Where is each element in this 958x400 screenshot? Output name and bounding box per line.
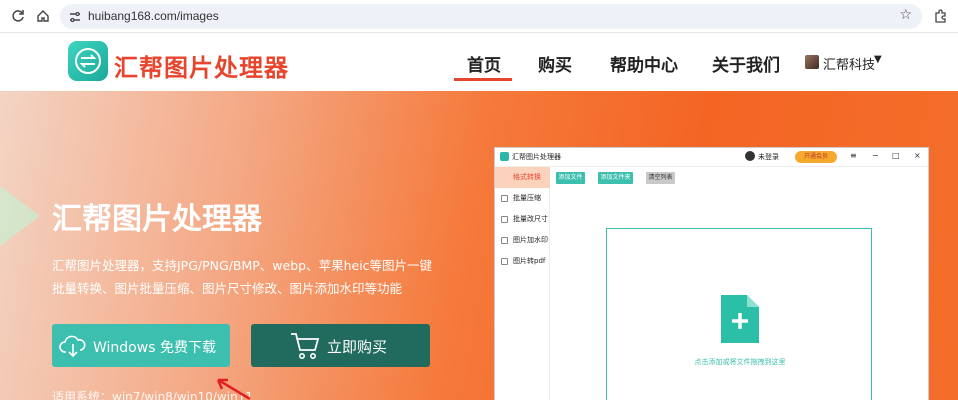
file-drop-zone[interactable]: 点击添加或将文件拖拽到这里 (606, 228, 872, 400)
logo-icon[interactable] (68, 41, 108, 81)
add-file-button[interactable]: 添加文件 (556, 172, 585, 184)
download-button-label: Windows 免费下载 (93, 340, 216, 356)
nav-about[interactable]: 关于我们 (712, 51, 780, 76)
buy-button-label: 立即购买 (327, 338, 388, 356)
home-icon[interactable] (35, 8, 51, 24)
login-status[interactable]: 未登录 (758, 152, 779, 162)
sidebar-item-label: 格式转换 (513, 173, 541, 181)
logo-text[interactable]: 汇帮图片处理器 (114, 48, 289, 83)
sidebar-item-compress[interactable]: 批量压缩 (495, 188, 550, 209)
add-file-icon (721, 295, 759, 343)
user-icon (745, 151, 755, 161)
maximize-icon[interactable]: □ (892, 151, 900, 160)
chevron-down-icon[interactable]: ▼ (874, 54, 882, 65)
minimize-icon[interactable]: − (872, 151, 879, 160)
avatar[interactable] (805, 55, 819, 69)
cart-icon (289, 331, 321, 365)
sidebar-item-watermark[interactable]: 图片加水印 (495, 230, 550, 251)
compress-icon (501, 195, 508, 202)
buy-button[interactable]: 立即购买 (251, 324, 430, 367)
nav-buy[interactable]: 购买 (538, 51, 572, 76)
extensions-icon[interactable] (933, 8, 949, 24)
sidebar-item-label: 图片加水印 (513, 236, 548, 244)
nav-help[interactable]: 帮助中心 (610, 51, 678, 76)
menu-icon[interactable]: ≡ (850, 151, 857, 160)
sidebar-item-resize[interactable]: 批量改尺寸 (495, 209, 550, 230)
url-text[interactable]: huibang168.com/images (88, 9, 219, 23)
pdf-icon (501, 258, 508, 265)
hero-banner: 汇帮图片处理器 汇帮图片处理器，支持JPG/PNG/BMP、webp、苹果hei… (0, 91, 958, 400)
add-folder-button[interactable]: 添加文件夹 (598, 172, 633, 184)
app-titlebar: 汇帮图片处理器 未登录 开通会员 ≡ − □ × (495, 148, 928, 167)
user-menu-label[interactable]: 汇帮科技 (823, 54, 875, 73)
browser-toolbar: huibang168.com/images ☆ (0, 0, 958, 33)
close-icon[interactable]: × (914, 151, 921, 160)
watermark-icon (501, 237, 508, 244)
vip-button[interactable]: 开通会员 (795, 151, 837, 163)
tune-icon[interactable] (68, 9, 82, 23)
clear-list-button[interactable]: 清空列表 (646, 172, 675, 184)
app-sidebar: 格式转换 批量压缩 批量改尺寸 图片加水印 图片转pdf (495, 167, 550, 400)
hero-description: 汇帮图片处理器，支持JPG/PNG/BMP、webp、苹果heic等图片一键批量… (52, 258, 433, 296)
app-preview-window: 汇帮图片处理器 未登录 开通会员 ≡ − □ × 格式转换 批量压缩 批量改尺寸 (494, 147, 929, 400)
nav-home[interactable]: 首页 (467, 51, 501, 76)
drop-hint: 点击添加或将文件拖拽到这里 (694, 358, 786, 366)
sidebar-item-to-pdf[interactable]: 图片转pdf (495, 251, 550, 272)
star-icon[interactable]: ☆ (899, 7, 912, 23)
reload-icon[interactable] (10, 8, 26, 24)
resize-icon (501, 216, 508, 223)
address-bar[interactable]: huibang168.com/images ☆ (60, 4, 922, 29)
site-header: 汇帮图片处理器 首页 购买 帮助中心 关于我们 汇帮科技 ▼ (0, 33, 958, 91)
sidebar-item-label: 批量改尺寸 (513, 215, 548, 223)
hero-title: 汇帮图片处理器 (52, 202, 262, 237)
download-button[interactable]: Windows 免费下载 (52, 324, 230, 367)
app-logo-icon (500, 152, 509, 161)
sidebar-item-label: 图片转pdf (513, 257, 546, 265)
cloud-download-icon (58, 332, 88, 362)
decorative-triangle (0, 156, 40, 276)
sidebar-item-label: 批量压缩 (513, 194, 541, 202)
sidebar-item-format-convert[interactable]: 格式转换 (495, 167, 550, 188)
nav-active-indicator (454, 78, 512, 81)
app-title: 汇帮图片处理器 (512, 153, 561, 161)
arrow-icon (216, 378, 251, 400)
